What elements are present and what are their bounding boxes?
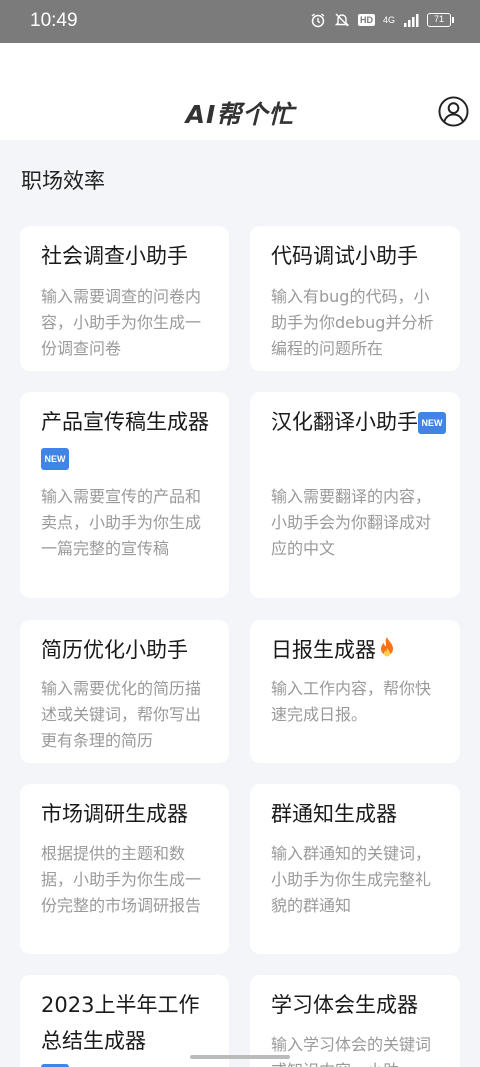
card-title-text: 产品宣传稿生成器 — [41, 410, 209, 434]
home-indicator[interactable] — [190, 1055, 290, 1059]
card-code-debug[interactable]: 代码调试小助手 输入有bug的代码，小助手为你debug并分析编程的问题所在 — [250, 226, 460, 371]
card-title: 汉化翻译小助手 NEW — [271, 404, 446, 440]
card-title: 群通知生成器 — [271, 802, 397, 826]
new-badge: NEW — [418, 412, 446, 434]
card-title-text: 汉化翻译小助手 — [271, 410, 418, 434]
card-desc: 输入群通知的关键词，小助手为你生成完整礼貌的群通知 — [271, 844, 432, 915]
alarm-icon — [311, 13, 325, 28]
fire-icon — [381, 637, 393, 657]
card-group-notice[interactable]: 群通知生成器 输入群通知的关键词，小助手为你生成完整礼貌的群通知 — [250, 784, 460, 954]
card-title: 产品宣传稿生成器 NEW — [41, 404, 215, 476]
battery-icon: 71 — [427, 13, 454, 27]
network-type: 4G — [382, 15, 395, 25]
card-desc: 输入有bug的代码，小助手为你debug并分析编程的问题所在 — [271, 287, 434, 358]
card-desc: 输入学习体会的关键词或知识内容，小助 — [271, 1035, 432, 1067]
card-product-promo[interactable]: 产品宣传稿生成器 NEW 输入需要宣传的产品和卖点，小助手为你生成一篇完整的宣传稿 — [20, 392, 229, 598]
profile-icon[interactable] — [438, 96, 469, 127]
card-desc: 输入需要调查的问卷内容，小助手为你生成一份调查问卷 — [41, 287, 202, 358]
card-title: 代码调试小助手 — [271, 244, 418, 268]
card-market-research[interactable]: 市场调研生成器 根据提供的主题和数据，小助手为你生成一份完整的市场调研报告 — [20, 784, 229, 954]
card-title-text: 日报生成器 — [271, 638, 376, 662]
card-desc: 输入需要翻译的内容，小助手会为你翻译成对应的中文 — [271, 487, 432, 558]
card-study-notes[interactable]: 学习体会生成器 输入学习体会的关键词或知识内容，小助 — [250, 975, 460, 1067]
card-desc: 输入工作内容，帮你快速完成日报。 — [271, 679, 432, 724]
app-title: AI帮个忙 — [185, 100, 295, 129]
hd-icon: HD — [357, 14, 375, 26]
card-title: 简历优化小助手 — [41, 638, 188, 662]
status-icons: HD 4G 71 — [310, 12, 454, 28]
card-daily-report[interactable]: 日报生成器 输入工作内容，帮你快速完成日报。 — [250, 620, 460, 763]
app-header: AI帮个忙 — [0, 43, 480, 140]
card-title: 学习体会生成器 — [271, 993, 418, 1017]
mute-icon — [334, 13, 350, 27]
card-title: 社会调查小助手 — [41, 244, 188, 268]
section-title: 职场效率 — [21, 169, 105, 193]
card-desc: 输入需要优化的简历描述或关键词，帮你写出更有条理的简历 — [41, 679, 202, 750]
card-work-summary[interactable]: 2023上半年工作总结生成器 — [20, 975, 229, 1067]
card-title: 日报生成器 — [271, 632, 446, 668]
status-time: 10:49 — [30, 10, 78, 31]
card-resume[interactable]: 简历优化小助手 输入需要优化的简历描述或关键词，帮你写出更有条理的简历 — [20, 620, 229, 763]
card-title: 市场调研生成器 — [41, 802, 188, 826]
battery-level: 71 — [427, 13, 451, 27]
card-title: 2023上半年工作总结生成器 — [41, 993, 200, 1053]
card-translate[interactable]: 汉化翻译小助手 NEW 输入需要翻译的内容，小助手会为你翻译成对应的中文 — [250, 392, 460, 598]
card-desc: 输入需要宣传的产品和卖点，小助手为你生成一篇完整的宣传稿 — [41, 487, 202, 558]
signal-icon — [404, 14, 419, 27]
card-social-survey[interactable]: 社会调查小助手 输入需要调查的问卷内容，小助手为你生成一份调查问卷 — [20, 226, 229, 371]
status-bar: 10:49 HD 4G 71 — [0, 0, 480, 43]
card-desc: 根据提供的主题和数据，小助手为你生成一份完整的市场调研报告 — [41, 844, 202, 915]
new-badge: NEW — [41, 448, 69, 470]
